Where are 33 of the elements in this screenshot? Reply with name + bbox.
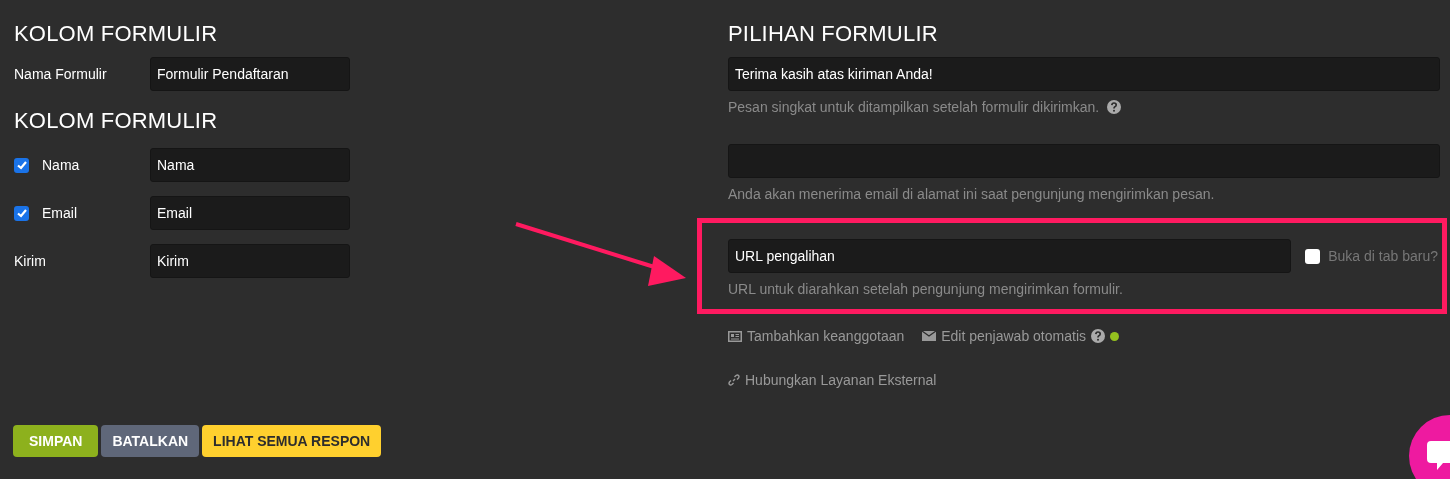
checkbox[interactable] [14, 205, 29, 221]
section-title: KOLOM FORMULIR [14, 108, 219, 134]
hint-text: Pesan singkat untuk ditampilkan setelah formulir dikirimkan. [728, 99, 1100, 115]
text-field[interactable]: Nama [150, 148, 350, 182]
text-field[interactable] [728, 144, 1440, 178]
checkbox[interactable] [1305, 248, 1321, 264]
hint-text: Anda akan menerima email di alamat ini saat pengunjung mengirimkan pesan. [728, 186, 1216, 202]
text-field[interactable]: Email [150, 196, 350, 230]
cancel-button[interactable]: BATALKAN [101, 425, 200, 457]
section-title: PILIHAN FORMULIR [728, 21, 939, 47]
speech-bubble-icon [1427, 441, 1450, 471]
field-label: Nama [42, 157, 80, 173]
envelope-icon [922, 331, 937, 341]
id-card-icon [728, 330, 742, 342]
option-link[interactable]: Tambahkan keanggotaan [747, 328, 905, 344]
section-title: KOLOM FORMULIR [14, 21, 219, 47]
option-link[interactable]: Edit penjawab otomatis [941, 328, 1086, 344]
text-field[interactable]: Kirim [150, 244, 350, 278]
field-label: Nama Formulir [14, 66, 107, 82]
text-field[interactable]: URL pengalihan [728, 239, 1292, 273]
responses-button[interactable]: LIHAT SEMUA RESPON [202, 425, 382, 457]
checkbox-label: Buka di tab baru? [1328, 248, 1438, 264]
text-field[interactable]: Terima kasih atas kiriman Anda! [728, 57, 1440, 91]
status-dot [1110, 331, 1119, 341]
help-icon[interactable] [1107, 100, 1122, 114]
option-link[interactable]: Hubungkan Layanan Eksternal [745, 372, 937, 388]
field-label: Kirim [14, 253, 46, 269]
link-icon [728, 374, 740, 386]
field-label: Email [42, 205, 77, 221]
checkbox[interactable] [14, 157, 29, 173]
hint-text: URL untuk diarahkan setelah pengunjung mengirimkan formulir. [728, 281, 1124, 297]
help-icon[interactable] [1091, 329, 1105, 343]
text-field[interactable]: Formulir Pendaftaran [150, 57, 350, 91]
